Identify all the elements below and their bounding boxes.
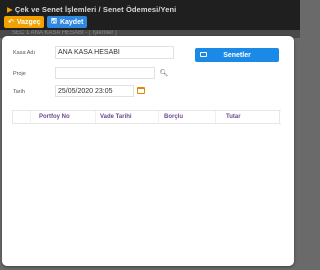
back-button[interactable]: ↶ Vazgeç [4, 16, 44, 28]
column-separator [30, 111, 31, 123]
table-header: Portfoy No Vade Tarihi Borçlu Tutar [12, 110, 281, 124]
calendar-icon[interactable] [137, 87, 145, 94]
card-icon [200, 52, 207, 57]
proje-field[interactable] [55, 67, 155, 79]
payment-dialog: Kasa Adı ANA KASA HESABI Proje 🔍︎ Tarih … [2, 36, 294, 266]
column-separator [95, 111, 96, 123]
tarih-field[interactable]: 25/05/2020 23:05 [55, 85, 134, 97]
column-separator [158, 111, 159, 123]
column-header-vade[interactable]: Vade Tarihi [100, 114, 132, 120]
tarih-label: Tarih [13, 89, 25, 95]
proje-label: Proje [13, 71, 26, 77]
senetler-button[interactable]: Senetler [195, 48, 279, 62]
table-right-edge [279, 111, 280, 123]
table-left-edge [12, 111, 13, 123]
undo-icon: ↶ [8, 19, 14, 26]
kasa-label: Kasa Adı [13, 50, 36, 56]
kasa-field[interactable]: ANA KASA HESABI [55, 46, 174, 59]
column-separator [215, 111, 216, 123]
page-header: ▶ Çek ve Senet İşlemleri / Senet Ödemesi/… [0, 0, 300, 30]
triangle-right-icon: ▶ [7, 5, 13, 14]
column-header-portfoy[interactable]: Portfoy No [39, 114, 70, 120]
column-header-borclu[interactable]: Borçlu [164, 114, 183, 120]
save-icon: 🖫 [51, 17, 57, 25]
column-header-tutar[interactable]: Tutar [226, 114, 241, 120]
page-title: ▶ Çek ve Senet İşlemleri / Senet Ödemesi/… [7, 5, 177, 14]
search-icon[interactable]: 🔍︎ [159, 68, 169, 78]
save-button[interactable]: 🖫 Kaydet [47, 16, 87, 28]
